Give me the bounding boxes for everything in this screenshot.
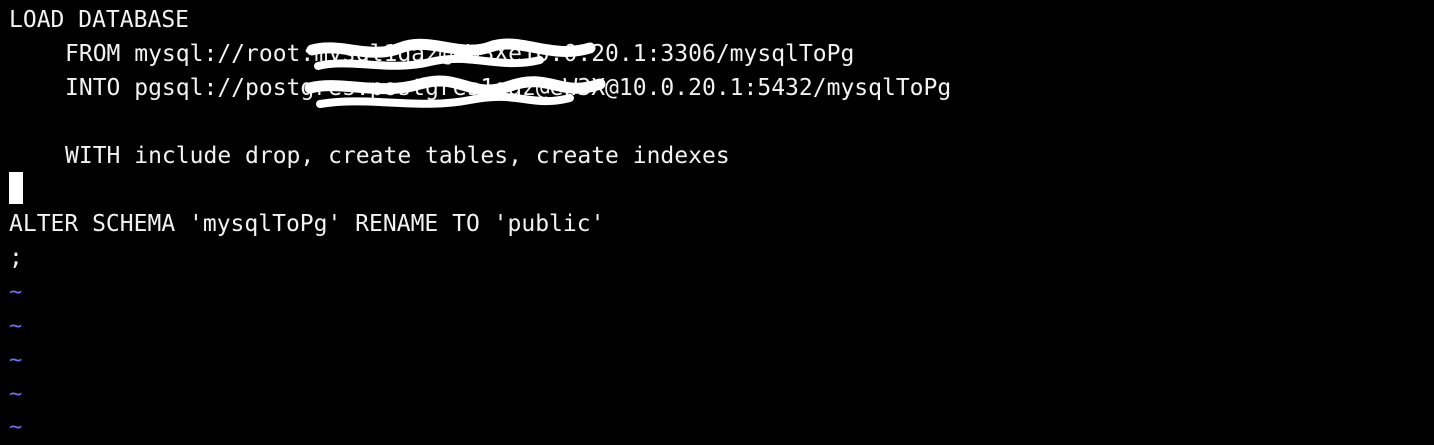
empty-line-marker: ~: [9, 348, 23, 373]
text-cursor: [9, 172, 23, 204]
empty-line-marker: ~: [9, 314, 23, 339]
line-into-pgsql: INTO pgsql://postgres:postgres1qaz@eW3X@…: [65, 75, 952, 101]
line-alter-schema: ALTER SCHEMA 'mysqlToPg' RENAME TO 'publ…: [9, 211, 605, 237]
line-with-options: WITH include drop, create tables, create…: [65, 143, 730, 169]
empty-line-marker: ~: [9, 382, 23, 407]
line-load-database: LOAD DATABASE: [9, 7, 190, 33]
line-from-mysql: FROM mysql://root:mysql1qaz@eW3Xe10.0.20…: [65, 41, 855, 67]
line-semicolon: ;: [9, 245, 23, 271]
vim-editor-window[interactable]: LOAD DATABASE FROM mysql://root:mysql1qa…: [0, 0, 1434, 440]
empty-line-marker: ~: [9, 415, 23, 440]
empty-line-marker: ~: [9, 280, 23, 305]
